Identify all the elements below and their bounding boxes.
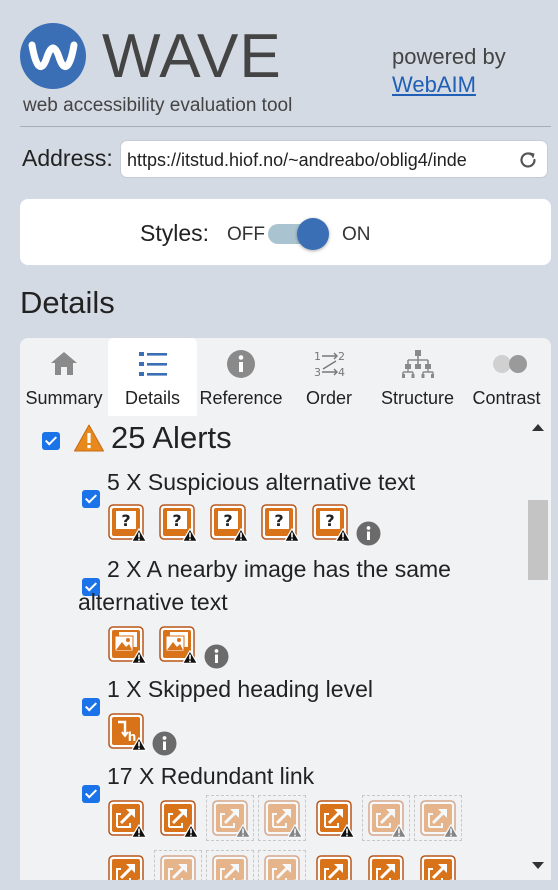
suspicious-alt-icon[interactable]: ? [312,504,348,540]
redundant-link-icon[interactable] [264,855,300,880]
address-field-container [120,140,548,178]
scroll-down-arrow-icon[interactable] [532,862,544,869]
tab-order[interactable]: 1 2 3 4 Order [285,338,373,416]
redundant-link-icon[interactable] [316,800,352,836]
webaim-link[interactable]: WebAIM [392,72,476,98]
svg-text:?: ? [223,511,232,530]
redundant-link-icon[interactable] [368,855,404,880]
redundant-link-checkbox[interactable] [82,785,100,803]
alerts-checkbox[interactable] [42,432,60,450]
same-alt-image-icon[interactable] [108,626,144,662]
redundant-link-icon[interactable] [420,855,456,880]
category-suspicious-alt: 5 X Suspicious alternative text [107,469,416,495]
order-icon: 1 2 3 4 [313,348,345,380]
redundant-link-icon[interactable] [160,800,196,836]
address-input[interactable] [127,147,509,173]
tab-summary-label: Summary [25,388,103,408]
same-alt-image-icon[interactable] [159,626,195,662]
suspicious-alt-icon[interactable]: ? [210,504,246,540]
address-label: Address: [22,145,113,171]
scroll-up-arrow-icon[interactable] [532,424,544,431]
svg-text:2: 2 [338,350,345,363]
tab-details[interactable]: Details [108,338,197,416]
list-icon [137,348,169,380]
suspicious-alt-icon[interactable]: ? [261,504,297,540]
home-icon [48,348,80,380]
tab-details-label: Details [124,388,181,408]
wave-logo-icon [20,23,86,89]
info-icon [225,348,257,380]
header-divider [20,126,551,127]
redundant-link-icon[interactable] [264,800,300,836]
info-icon[interactable] [356,521,381,546]
details-content: 25 Alerts 5 X Suspicious alternative tex… [30,416,520,880]
category-redundant-link: 17 X Redundant link [107,763,315,789]
styles-label: Styles: [140,220,210,246]
redundant-link-icon[interactable] [108,800,144,836]
suspicious-alt-icon[interactable]: ? [108,504,144,540]
svg-text:?: ? [325,511,334,530]
skipped-heading-icon[interactable]: h [108,713,144,749]
wave-tagline: web accessibility evaluation tool [23,95,293,116]
powered-by-label: powered by [392,44,506,69]
details-panel: Summary Details Reference 1 2 3 4 Order … [20,338,551,880]
svg-text:3: 3 [314,366,321,379]
tab-reference-label: Reference [199,388,283,408]
category-same-alt-cont: alternative text [78,589,228,615]
suspicious-alt-icon[interactable]: ? [159,504,195,540]
tab-bar: Summary Details Reference 1 2 3 4 Order … [20,338,551,416]
styles-toggle-knob[interactable] [297,218,329,250]
wave-header: WAVE web accessibility evaluation tool p… [0,0,558,126]
redundant-link-icon[interactable] [316,855,352,880]
skipped-heading-checkbox[interactable] [82,698,100,716]
tab-reference[interactable]: Reference [197,338,285,416]
svg-text:1: 1 [314,350,321,363]
redundant-link-icon[interactable] [212,855,248,880]
scroll-thumb[interactable] [528,500,548,580]
svg-text:4: 4 [338,366,345,379]
category-same-alt: 2 X A nearby image has the same [107,556,451,582]
redundant-link-icon[interactable] [212,800,248,836]
redundant-link-icon[interactable] [108,855,144,880]
tab-contrast[interactable]: Contrast [462,338,551,416]
suspicious-alt-checkbox[interactable] [82,490,100,508]
tab-order-label: Order [305,388,352,408]
reload-icon[interactable] [517,149,539,171]
tab-contrast-label: Contrast [472,388,541,408]
redundant-link-icon[interactable] [420,800,456,836]
scrollbar[interactable] [526,416,551,880]
alert-triangle-icon [73,423,105,453]
info-icon[interactable] [204,644,229,669]
category-skipped-heading: 1 X Skipped heading level [107,676,373,702]
contrast-icon [491,348,527,380]
styles-on-label: ON [342,224,371,245]
alerts-title: 25 Alerts [111,420,232,455]
tab-structure-label: Structure [380,388,455,408]
redundant-link-icon[interactable] [368,800,404,836]
styles-toggle-panel: Styles: OFF ON [20,199,551,265]
svg-text:?: ? [121,511,130,530]
tab-structure[interactable]: Structure [373,338,462,416]
wave-wordmark: WAVE [102,22,282,91]
structure-icon [401,348,434,380]
page-title: Details [20,285,115,320]
info-icon[interactable] [152,731,177,756]
svg-text:?: ? [274,511,283,530]
redundant-link-icon[interactable] [160,855,196,880]
tab-summary[interactable]: Summary [20,338,108,416]
styles-off-label: OFF [227,224,265,245]
svg-text:?: ? [172,511,181,530]
